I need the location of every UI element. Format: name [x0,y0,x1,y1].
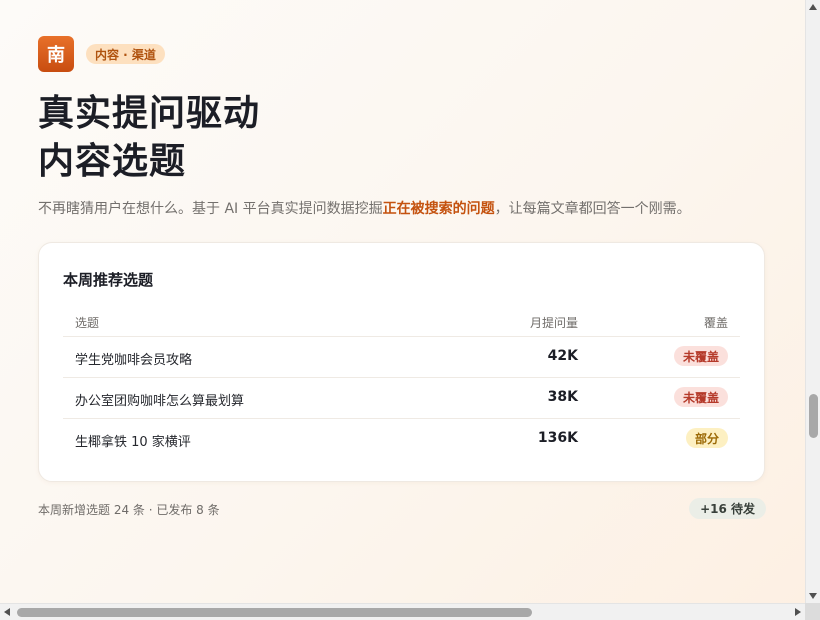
table-row[interactable]: 办公室团购咖啡怎么算最划算 38K 未覆盖 [63,378,740,418]
coverage-badge: 部分 [685,428,728,448]
subtitle-text-end: ，让每篇文章都回答一个刚需。 [494,201,691,217]
card-title: 本周推荐选题 [63,271,154,289]
brand-logo: 南 [38,36,74,72]
weekly-summary: 本周新增选题 24 条 · 已发布 8 条 [38,503,220,517]
volume-cell: 38K [547,389,578,405]
scrollbar-corner [805,603,820,620]
coverage-badge: 未覆盖 [673,346,728,366]
column-header-coverage: 覆盖 [703,316,728,330]
recommended-topics-card: 本周推荐选题 选题 月提问量 覆盖 学生党咖啡会员攻略 42K 未覆盖 办公室团… [38,242,765,482]
header: 南 内容 · 渠道 [38,36,165,72]
volume-cell: 42K [547,348,578,364]
horizontal-scroll-thumb[interactable] [17,608,532,617]
topic-cell: 办公室团购咖啡怎么算最划算 [75,394,245,409]
column-header-topic: 选题 [75,316,100,330]
table-row[interactable]: 学生党咖啡会员攻略 42K 未覆盖 [63,337,740,377]
scroll-right-arrow-icon[interactable] [795,608,801,616]
title-line-1: 真实提问驱动 [38,93,261,134]
subtitle-text: 不再瞎猜用户在想什么。基于 AI 平台真实提问数据挖掘 [38,201,383,217]
table-row[interactable]: 生椰拿铁 10 家横评 136K 部分 [63,419,740,459]
scroll-left-arrow-icon[interactable] [4,608,10,616]
vertical-scroll-thumb[interactable] [809,394,818,438]
vertical-scrollbar[interactable] [805,0,820,603]
page-subtitle: 不再瞎猜用户在想什么。基于 AI 平台真实提问数据挖掘正在被搜索的问题，让每篇文… [38,198,691,218]
scroll-down-arrow-icon[interactable] [809,593,817,599]
pending-count-badge: +16 待发 [689,498,766,519]
subtitle-highlight: 正在被搜索的问题 [382,201,495,217]
scroll-up-arrow-icon[interactable] [809,4,817,10]
category-tag: 内容 · 渠道 [86,44,165,64]
topic-cell: 生椰拿铁 10 家横评 [75,435,191,450]
coverage-badge: 未覆盖 [673,387,728,407]
horizontal-scrollbar[interactable] [0,603,805,620]
volume-cell: 136K [537,430,578,446]
topic-cell: 学生党咖啡会员攻略 [75,353,193,368]
column-header-volume: 月提问量 [529,316,578,330]
page-title: 真实提问驱动 内容选题 [38,90,260,186]
page-viewport: 南 内容 · 渠道 真实提问驱动 内容选题 不再瞎猜用户在想什么。基于 AI 平… [0,0,805,603]
title-line-2: 内容选题 [38,141,187,182]
